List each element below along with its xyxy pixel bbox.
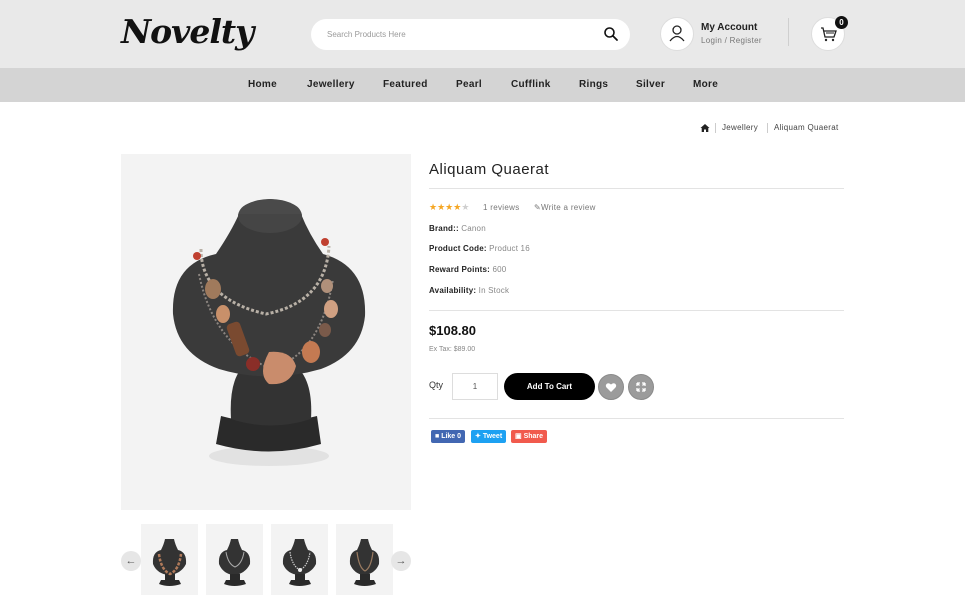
- thumbnail-image: [152, 539, 187, 586]
- breadcrumb-separator: [715, 123, 716, 133]
- share-label: Share: [523, 433, 544, 440]
- facebook-like-button[interactable]: ■ Like 0: [431, 430, 466, 443]
- star-filled-icon: ★: [429, 202, 438, 212]
- spec-label: Reward Points:: [429, 265, 491, 274]
- site-logo[interactable]: Novelty: [121, 12, 254, 51]
- rating-stars: ★★★★★: [429, 202, 469, 213]
- spec-brand: Brand:: Canon: [429, 224, 486, 233]
- account-button[interactable]: [660, 17, 694, 51]
- share-button[interactable]: ▣ Share: [511, 430, 548, 443]
- product-title: Aliquam Quaerat: [429, 161, 550, 178]
- necklace-bust-image: [172, 199, 366, 466]
- thumbnail-image: [349, 539, 380, 586]
- product-thumbnail[interactable]: [271, 524, 328, 595]
- quantity-input[interactable]: [452, 373, 498, 400]
- like-label: Like 0: [441, 433, 462, 440]
- thumbnail-prev-arrow[interactable]: ←: [121, 551, 141, 571]
- login-register-link[interactable]: Login / Register: [701, 36, 762, 45]
- search-input[interactable]: [311, 19, 591, 50]
- tweet-button[interactable]: ✦ Tweet: [471, 430, 507, 443]
- qty-label: Qty: [429, 380, 444, 390]
- spec-product-code: Product Code: Product 16: [429, 244, 530, 253]
- pencil-icon: ✎: [534, 203, 542, 212]
- wishlist-button[interactable]: [598, 374, 624, 400]
- spec-label: Product Code:: [429, 244, 487, 253]
- thumbnail-next-arrow[interactable]: →: [391, 551, 411, 571]
- divider: [429, 310, 844, 311]
- nav-item-jewellery[interactable]: Jewellery: [307, 79, 355, 90]
- user-icon: [669, 25, 685, 42]
- spec-value: Product 16: [489, 244, 530, 253]
- spec-label: Availability:: [429, 286, 477, 295]
- breadcrumb-separator: [767, 123, 768, 133]
- star-empty-icon: ★: [461, 202, 470, 212]
- heart-icon: [605, 383, 617, 392]
- twitter-icon: ✦: [475, 433, 481, 440]
- product-thumbnail[interactable]: [206, 524, 263, 595]
- site-header: Novelty My Account Login / Register 0: [0, 0, 965, 68]
- breadcrumb-current: Aliquam Quaerat: [774, 123, 839, 132]
- spec-value: 600: [492, 265, 507, 274]
- account-title[interactable]: My Account: [701, 22, 757, 33]
- breadcrumb-jewellery[interactable]: Jewellery: [722, 123, 758, 132]
- write-review-label: Write a review: [541, 203, 596, 212]
- spec-reward-points: Reward Points: 600: [429, 265, 506, 274]
- nav-item-pearl[interactable]: Pearl: [456, 79, 482, 90]
- search-box: [311, 19, 630, 50]
- thumbs-up-icon: ■: [435, 433, 440, 440]
- share-icon: ▣: [515, 433, 522, 440]
- product-thumbnail[interactable]: [336, 524, 393, 595]
- spec-value: In Stock: [478, 286, 510, 295]
- cart-count-badge: 0: [835, 16, 848, 29]
- nav-item-home[interactable]: Home: [248, 79, 277, 90]
- divider: [429, 418, 844, 419]
- nav-item-more[interactable]: More: [693, 79, 718, 90]
- divider: [429, 188, 844, 189]
- nav-item-silver[interactable]: Silver: [636, 79, 665, 90]
- spec-availability: Availability: In Stock: [429, 286, 509, 295]
- home-icon[interactable]: [700, 123, 710, 133]
- product-main-image[interactable]: [121, 154, 411, 510]
- ex-tax-price: Ex Tax: $89.00: [429, 346, 476, 353]
- tweet-label: Tweet: [482, 433, 503, 440]
- compare-button[interactable]: [628, 374, 654, 400]
- product-thumbnail[interactable]: [141, 524, 198, 595]
- star-filled-icon: ★: [437, 202, 446, 212]
- spec-label: Brand::: [429, 224, 459, 233]
- main-nav: Home Jewellery Featured Pearl Cufflink R…: [0, 68, 965, 102]
- write-review-link[interactable]: ✎Write a review: [534, 203, 596, 212]
- thumbnail-image: [218, 539, 251, 586]
- reviews-link[interactable]: 1 reviews: [483, 203, 520, 212]
- nav-item-cufflink[interactable]: Cufflink: [511, 79, 551, 90]
- nav-item-rings[interactable]: Rings: [579, 79, 608, 90]
- product-price: $108.80: [429, 323, 476, 338]
- thumbnail-image: [282, 539, 317, 586]
- add-to-cart-button[interactable]: Add To Cart: [504, 373, 595, 400]
- brand-link[interactable]: Canon: [461, 224, 486, 233]
- header-divider: [788, 18, 789, 46]
- search-icon[interactable]: [603, 26, 619, 42]
- compare-icon: [636, 382, 646, 392]
- nav-item-featured[interactable]: Featured: [383, 79, 428, 90]
